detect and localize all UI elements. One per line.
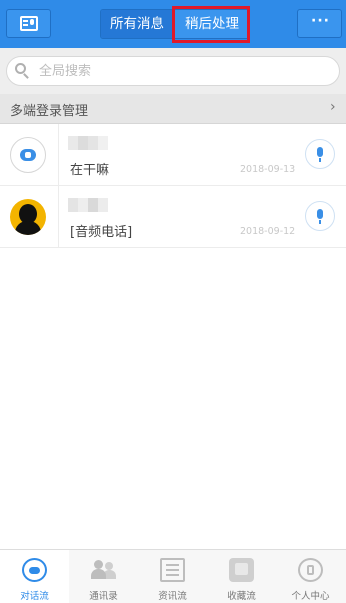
nav-item-profile[interactable]: 个人中心	[276, 550, 346, 603]
nav-label: 通讯录	[89, 591, 118, 602]
more-icon: ···	[311, 13, 330, 29]
tab-handle-later[interactable]: 稍后处理	[173, 10, 249, 38]
multi-login-management[interactable]: 多端登录管理 ›	[0, 94, 346, 124]
top-bar: 所有消息 稍后处理 ···	[0, 0, 346, 48]
nav-item-favorites[interactable]: 收藏流	[207, 550, 276, 603]
multi-login-label: 多端登录管理	[10, 104, 89, 119]
message-filter-tabs: 所有消息 稍后处理	[100, 9, 250, 39]
contacts-voice-icon	[20, 16, 38, 31]
conversation-row[interactable]: [音频电话] 2018-09-12	[0, 186, 346, 248]
microphone-icon	[317, 147, 323, 157]
conversation-row[interactable]: 在干嘛 2018-09-13	[0, 124, 346, 186]
contact-name-blurred	[68, 198, 108, 212]
nav-item-news[interactable]: 资讯流	[138, 550, 207, 603]
search-box[interactable]	[6, 56, 340, 86]
nav-label: 资讯流	[158, 591, 187, 602]
news-icon	[160, 558, 185, 582]
search-icon	[15, 63, 30, 79]
chevron-right-icon: ›	[330, 99, 336, 115]
favorites-icon	[229, 558, 254, 582]
more-button[interactable]: ···	[297, 9, 342, 38]
microphone-icon	[317, 209, 323, 219]
profile-icon	[298, 558, 323, 582]
contact-name-blurred	[68, 136, 108, 150]
bottom-navigation: 对话流 通讯录 资讯流 收藏流 个人中心	[0, 549, 346, 603]
nav-label: 个人中心	[291, 591, 330, 602]
nav-item-contacts[interactable]: 通讯录	[69, 550, 138, 603]
contacts-icon	[91, 558, 116, 582]
message-preview: 在干嘛	[70, 163, 110, 178]
voice-call-button[interactable]	[305, 201, 335, 231]
bot-avatar[interactable]	[10, 137, 46, 173]
nav-item-chat-stream[interactable]: 对话流	[0, 550, 69, 603]
message-date: 2018-09-12	[240, 226, 296, 237]
voice-call-button[interactable]	[305, 139, 335, 169]
nav-label: 收藏流	[227, 591, 256, 602]
chat-bubble-icon	[22, 558, 47, 582]
tab-all-messages[interactable]: 所有消息	[101, 10, 173, 38]
contacts-voice-button[interactable]	[6, 9, 51, 38]
person-avatar[interactable]	[10, 199, 46, 235]
nav-label: 对话流	[20, 591, 49, 602]
message-date: 2018-09-13	[240, 164, 296, 175]
search-bar	[0, 48, 346, 94]
search-input[interactable]	[39, 61, 329, 81]
message-preview: [音频电话]	[70, 225, 133, 240]
